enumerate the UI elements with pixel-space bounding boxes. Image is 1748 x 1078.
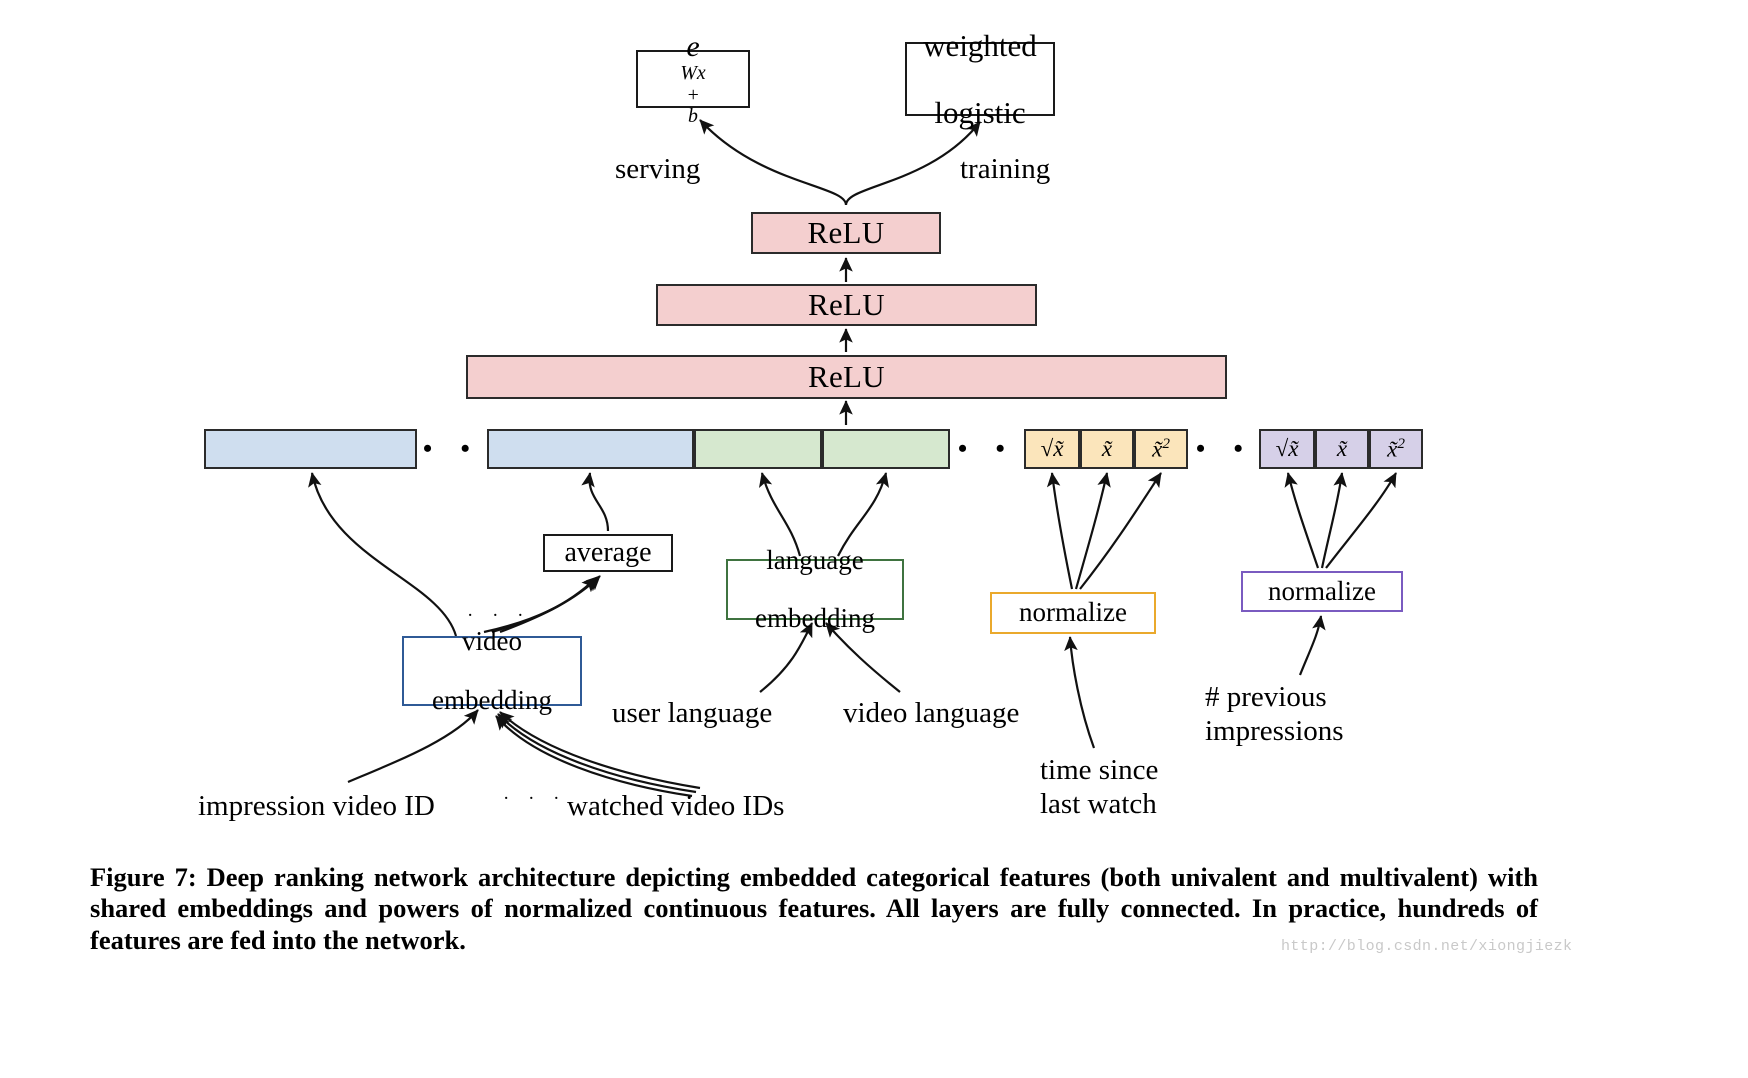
- wire-lemb-green2: [837, 472, 890, 557]
- wire-to-serving: [699, 119, 848, 206]
- time-since-line1: time since: [1040, 754, 1159, 786]
- sqrt-x-tilde-glyph: √x̃: [1275, 436, 1299, 461]
- serving-output-node: e Wx + b: [636, 30, 750, 127]
- normalize-node-time: normalize: [990, 592, 1156, 634]
- time-since-last-watch-label: time since last watch: [1040, 754, 1158, 822]
- wire-norm2-x: [1320, 472, 1347, 569]
- wire-average-blue2: [581, 472, 610, 532]
- wire-userlang-lemb: [759, 622, 813, 693]
- wire-lemb-green1: [758, 472, 802, 557]
- time-since-line2: last watch: [1040, 787, 1157, 820]
- watched-video-ids-label: watched video IDs: [567, 790, 785, 822]
- normalize-node-impressions: normalize: [1241, 571, 1403, 612]
- training-label: training: [960, 153, 1051, 185]
- embedding-block-blue-1: [204, 429, 417, 469]
- video-embedding-node: video embedding: [402, 627, 582, 714]
- language-embedding-line2: embedding: [755, 603, 875, 634]
- embedding-block-green-1: [694, 429, 822, 469]
- wire-norm1-x: [1074, 472, 1111, 590]
- wire-time-norm1: [1064, 636, 1096, 749]
- wire-norm2-sqrt: [1284, 472, 1320, 569]
- wire-norm1-x2: [1079, 472, 1162, 590]
- serving-formula: e Wx + b: [680, 29, 706, 127]
- average-node: average: [543, 534, 673, 572]
- training-node-line1: weighted: [923, 27, 1037, 63]
- wire-vemb-blue1: [308, 472, 458, 637]
- x-tilde-glyph: x̃: [1336, 436, 1348, 461]
- relu-layer-1: ReLU: [466, 355, 1227, 399]
- language-embedding-node: language embedding: [726, 545, 904, 633]
- previous-impressions-label: # previous impressions: [1205, 681, 1344, 749]
- language-embedding-line1: language: [766, 544, 864, 575]
- watermark-text: http://blog.csdn.net/xiongjiezk: [1281, 938, 1573, 955]
- video-embedding-line2: embedding: [432, 684, 552, 715]
- embedding-block-blue-2: [487, 429, 694, 469]
- video-embedding-line1: video: [461, 626, 522, 657]
- wire-prev-norm2: [1298, 615, 1326, 676]
- user-language-label: user language: [612, 697, 773, 729]
- figure-canvas: e Wx + b weighted logistic serving training…: [0, 0, 1748, 1078]
- prev-impressions-line1: # previous: [1205, 681, 1327, 713]
- impression-video-id-label: impression video ID: [198, 790, 435, 822]
- continuous-block-sqrt-2: √x̃: [1259, 429, 1315, 469]
- ellipsis-video-embedding: · · ·: [467, 605, 531, 626]
- relu-layer-2: ReLU: [656, 284, 1037, 326]
- continuous-block-x-1: x̃: [1080, 429, 1134, 469]
- relu-layer-3: ReLU: [751, 212, 941, 254]
- continuous-block-sqrt-1: √x̃: [1024, 429, 1080, 469]
- embedding-block-green-2: [822, 429, 950, 469]
- prev-impressions-line2: impressions: [1205, 714, 1344, 747]
- wire-norm2-x2: [1325, 472, 1397, 569]
- sqrt-x-tilde-glyph: √x̃: [1040, 436, 1064, 461]
- x-tilde-glyph: x̃: [1101, 436, 1113, 461]
- x-tilde-squared-glyph: x̃2: [1387, 435, 1405, 462]
- training-output-node: weighted logistic: [905, 28, 1055, 129]
- wire-impid-vemb: [347, 709, 479, 784]
- x-tilde-squared-glyph: x̃2: [1152, 435, 1170, 462]
- continuous-block-xsq-2: x̃2: [1369, 429, 1423, 469]
- training-node-line2: logistic: [934, 94, 1026, 130]
- continuous-block-x-2: x̃: [1315, 429, 1369, 469]
- wire-vidlang-lemb: [825, 622, 901, 693]
- ellipsis-video-ids: · · ·: [503, 788, 567, 809]
- wire-norm1-sqrt: [1046, 472, 1074, 590]
- serving-label: serving: [615, 153, 701, 185]
- continuous-block-xsq-1: x̃2: [1134, 429, 1188, 469]
- video-language-label: video language: [843, 697, 1020, 729]
